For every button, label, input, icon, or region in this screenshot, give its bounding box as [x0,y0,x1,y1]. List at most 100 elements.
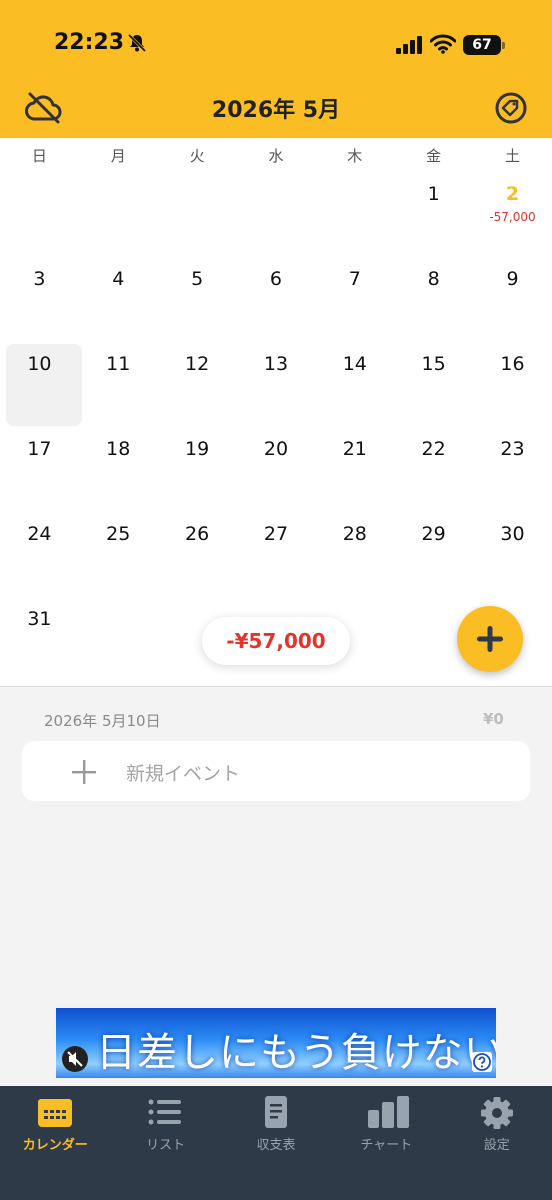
calendar-day[interactable]: 10 [0,344,82,429]
day-number: 19 [185,438,210,460]
calendar-day[interactable]: 30 [473,514,552,599]
calendar-day[interactable]: 20 [237,429,316,514]
calendar-day[interactable]: 29 [394,514,473,599]
calendar-empty-cell [0,174,79,259]
day-number: 9 [506,268,519,290]
calendar-day[interactable]: 18 [79,429,158,514]
day-number: 26 [185,523,210,545]
app-header: 22:23 67 2026年 5月 [0,0,552,138]
calendar-week: 10 11 12 13 14 15 16 [0,344,552,429]
ad-banner[interactable]: 日差しにもう負けない [56,1008,496,1078]
weekday-label: 木 [347,147,363,165]
day-number: 29 [421,523,446,545]
tab-chart[interactable]: チャート [331,1086,441,1166]
wifi-icon [430,34,456,54]
day-number: 27 [263,523,289,545]
status-time: 22:23 [54,30,125,55]
calendar-icon [38,1099,72,1127]
month-total-badge[interactable]: -¥57,000 [202,617,350,665]
day-number: 2 [505,183,520,205]
calendar-day[interactable]: 13 [237,344,316,429]
ad-info-icon[interactable] [472,1052,492,1072]
calendar-day[interactable]: 11 [79,344,158,429]
calendar-day[interactable]: 21 [315,429,394,514]
day-number: 17 [27,438,52,460]
calendar-day[interactable]: 9 [473,259,552,344]
calendar-day[interactable]: 15 [394,344,473,429]
calendar-day[interactable]: 26 [158,514,237,599]
calendar-day[interactable]: 17 [0,429,79,514]
day-number: 20 [263,438,289,460]
day-number: 18 [106,438,131,460]
day-amount: -57,000 [489,210,536,224]
day-number: 12 [185,353,210,375]
day-number: 5 [191,268,204,290]
weekday-label: 月 [110,147,126,165]
weekday-label: 土 [504,147,520,165]
calendar-day[interactable]: 16 [473,344,552,429]
tab-label: 設定 [483,1138,510,1153]
tag-icon[interactable] [495,92,527,124]
day-number: 15 [421,353,446,375]
calendar: 日 月 火 水 木 金 土 1 2 -57,000 3 4 5 6 7 8 9 10 11 12 13 14… [0,138,552,686]
cellular-signal-icon [396,36,422,54]
day-number: 24 [27,523,52,545]
tab-settings[interactable]: 設定 [442,1086,552,1166]
plus-icon [72,760,96,784]
calendar-day[interactable]: 6 [237,259,316,344]
day-number: 22 [421,438,446,460]
calendar-day[interactable]: 14 [315,344,394,429]
battery-indicator: 67 [463,35,505,55]
day-number: 28 [342,523,367,545]
day-number: 23 [500,438,525,460]
bar-chart-icon [368,1096,410,1128]
day-number: 4 [112,268,125,290]
month-title[interactable]: 2026年 5月 [0,92,552,124]
add-entry-button[interactable] [457,606,523,672]
new-event-button[interactable]: 新規イベント [22,741,530,801]
bottom-tab-bar: カレンダー リスト 収支表 チャート 設定 [0,1086,552,1200]
calendar-day[interactable]: 22 [394,429,473,514]
battery-level: 67 [472,37,492,53]
tab-label: 収支表 [256,1138,296,1153]
calendar-day[interactable]: 23 [473,429,552,514]
day-number: 13 [263,353,289,375]
list-icon [148,1099,182,1125]
tab-label: リスト [146,1138,186,1153]
calendar-empty-cell [79,599,158,684]
tab-list[interactable]: リスト [110,1086,220,1166]
calendar-day[interactable]: 7 [315,259,394,344]
calendar-day[interactable]: 31 [0,599,79,684]
weekday-label: 日 [31,147,47,165]
gear-icon [480,1097,513,1129]
day-number: 10 [27,353,52,375]
day-number: 30 [500,523,525,545]
calendar-day[interactable]: 28 [315,514,394,599]
calendar-day[interactable]: 19 [158,429,237,514]
calendar-day[interactable]: 8 [394,259,473,344]
calendar-day[interactable]: 12 [158,344,237,429]
weekday-header: 日 月 火 水 木 金 土 [0,138,552,174]
calendar-day[interactable]: 27 [237,514,316,599]
day-number: 8 [427,268,440,290]
calendar-day[interactable]: 25 [79,514,158,599]
calendar-day[interactable]: 1 [394,174,473,259]
day-number: 1 [427,183,440,205]
tab-balance-sheet[interactable]: 収支表 [221,1086,331,1166]
calendar-day[interactable]: 4 [79,259,158,344]
calendar-week: 3 4 5 6 7 8 9 [0,259,552,344]
weekday-label: 火 [189,147,205,165]
selected-date-total: ¥0 [483,710,504,728]
day-number: 6 [269,268,282,290]
calendar-day[interactable]: 24 [0,514,79,599]
calendar-empty-cell [237,174,316,259]
tab-calendar[interactable]: カレンダー [0,1086,110,1166]
calendar-day[interactable]: 2 -57,000 [473,174,552,259]
calendar-day[interactable]: 3 [0,259,79,344]
mute-icon[interactable] [62,1046,88,1072]
calendar-day[interactable]: 5 [158,259,237,344]
day-number: 7 [348,268,361,290]
ad-text: 日差しにもう負けない [96,1030,496,1076]
day-number: 31 [27,608,52,630]
section-divider [0,686,552,687]
